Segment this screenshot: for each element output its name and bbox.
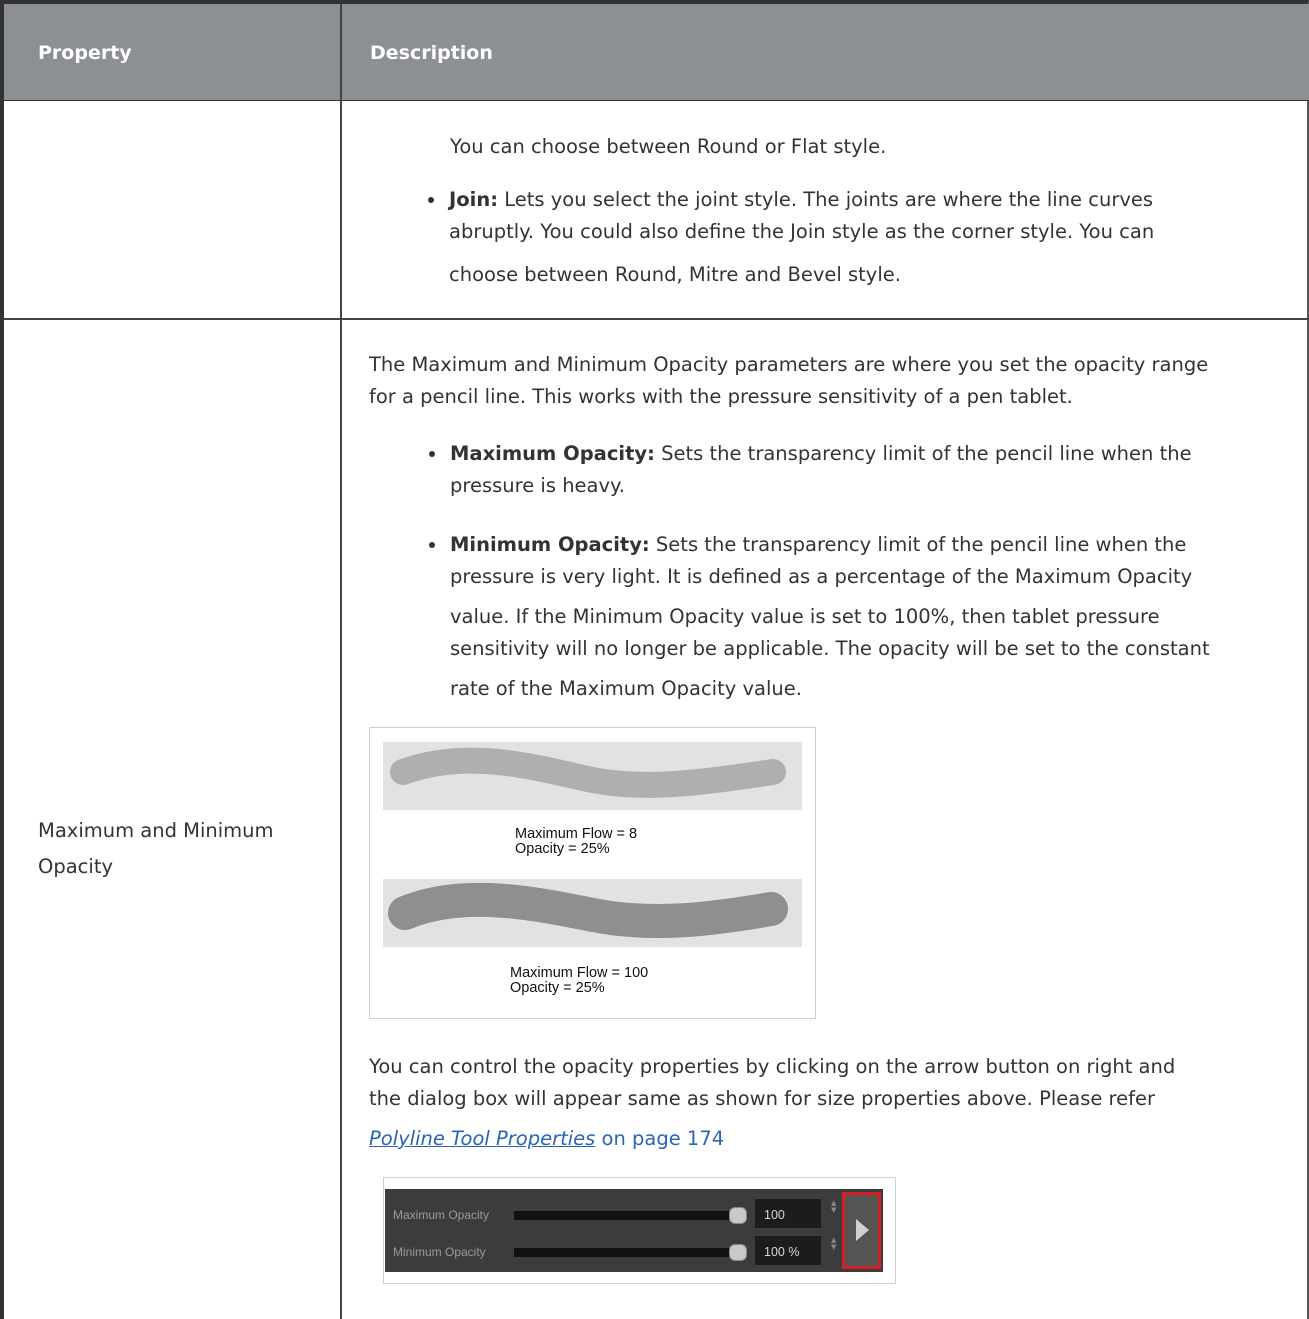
join-text: Lets you select the joint style. The joi… — [498, 188, 1154, 211]
cross-reference: Polyline Tool Properties on page 174 — [369, 1123, 724, 1155]
max-opacity-bullet: Maximum Opacity: Sets the transparency l… — [429, 438, 1192, 470]
header-description: Description — [370, 42, 493, 64]
row1-continuation: You can choose between Round or Flat sty… — [450, 135, 887, 158]
min-opacity-text: Sets the transparency limit of the penci… — [649, 533, 1187, 556]
max-opacity-knob[interactable] — [729, 1207, 747, 1224]
caption-1-line2: Opacity = 25% — [515, 841, 610, 857]
min-opacity-term: Minimum Opacity: — [450, 533, 650, 556]
control-line1: You can control the opacity properties b… — [369, 1055, 1176, 1078]
caption-2-line2: Opacity = 25% — [510, 980, 605, 996]
min-opacity-text-2: pressure is very light. It is defined as… — [450, 565, 1193, 588]
polyline-properties-link[interactable]: Polyline Tool Properties — [369, 1127, 595, 1150]
max-opacity-text-2: pressure is heavy. — [450, 474, 626, 497]
bullet-dot — [429, 542, 435, 548]
max-opacity-term: Maximum Opacity: — [450, 442, 655, 465]
brush-stroke-dark — [388, 882, 788, 939]
table-header: Property Description — [4, 4, 1309, 101]
max-opacity-slider[interactable] — [514, 1211, 744, 1220]
stroke-strip-high-flow — [383, 879, 802, 947]
caption-1-line1: Maximum Flow = 8 — [515, 826, 638, 842]
min-opacity-bullet: Minimum Opacity: Sets the transparency l… — [429, 529, 1187, 561]
property-name-line2: Opacity — [38, 855, 114, 878]
bullet-dot — [429, 451, 435, 457]
min-opacity-text-5: rate of the Maximum Opacity value. — [450, 677, 802, 700]
min-opacity-text-3: value. If the Minimum Opacity value is s… — [450, 605, 1160, 628]
join-term: Join: — [449, 188, 499, 211]
intro-line2: for a pencil line. This works with the p… — [369, 385, 1073, 408]
max-opacity-spinner[interactable]: ▲ ▼ — [831, 1200, 836, 1214]
brush-stroke-light — [390, 747, 786, 798]
caption-2-line1: Maximum Flow = 100 — [510, 965, 649, 981]
column-divider — [340, 4, 342, 1319]
stroke-strip-low-flow — [383, 742, 802, 810]
max-opacity-label: Maximum Opacity — [393, 1208, 490, 1222]
join-bullet: Join: Lets you select the joint style. T… — [428, 184, 1154, 216]
opacity-panel-figure: Maximum Opacity 100 ▲ ▼ Minimum Opacity 1… — [383, 1177, 896, 1284]
play-right-icon — [856, 1219, 869, 1241]
min-opacity-field[interactable]: 100 % — [755, 1236, 821, 1265]
opacity-panel: Maximum Opacity 100 ▲ ▼ Minimum Opacity 1… — [385, 1189, 883, 1272]
bullet-dot — [428, 197, 434, 203]
row-divider — [4, 318, 1309, 320]
max-opacity-field[interactable]: 100 — [755, 1199, 821, 1228]
max-opacity-text: Sets the transparency limit of the penci… — [654, 442, 1192, 465]
intro-line1: The Maximum and Minimum Opacity paramete… — [369, 353, 1209, 376]
expand-arrow-button[interactable] — [842, 1192, 881, 1269]
property-name-line1: Maximum and Minimum — [38, 819, 274, 842]
join-text-3: choose between Round, Mitre and Bevel st… — [449, 263, 901, 286]
min-opacity-text-4: sensitivity will no longer be applicable… — [450, 637, 1210, 660]
min-opacity-slider[interactable] — [514, 1248, 744, 1257]
min-opacity-knob[interactable] — [729, 1244, 747, 1261]
min-opacity-label: Minimum Opacity — [393, 1245, 486, 1259]
opacity-example-figure: Maximum Flow = 8 Opacity = 25% Maximum F… — [369, 727, 816, 1019]
min-opacity-spinner[interactable]: ▲ ▼ — [831, 1237, 836, 1251]
join-text-2: abruptly. You could also define the Join… — [449, 220, 1155, 243]
control-line2: the dialog box will appear same as shown… — [369, 1087, 1156, 1110]
page-reference[interactable]: on page 174 — [595, 1127, 725, 1150]
header-property: Property — [38, 42, 132, 64]
